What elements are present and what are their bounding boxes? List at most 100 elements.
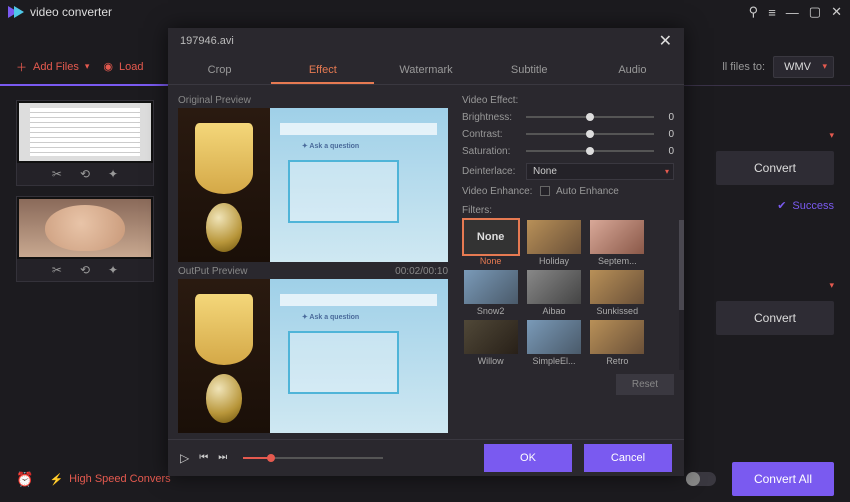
- file-thumbnail: [17, 101, 153, 163]
- prev-icon[interactable]: ⏮: [199, 452, 208, 463]
- merge-toggle[interactable]: [686, 472, 716, 486]
- convert-button[interactable]: Convert: [716, 151, 834, 185]
- modal-filename: 197946.avi: [180, 35, 234, 47]
- cancel-button[interactable]: Cancel: [584, 444, 672, 472]
- disc-icon: ◉: [103, 60, 113, 73]
- effect-icon[interactable]: ✦: [108, 263, 118, 277]
- brightness-label: Brightness:: [462, 112, 520, 123]
- chevron-down-icon: ▾: [85, 61, 90, 72]
- tab-effect[interactable]: Effect: [271, 55, 374, 84]
- plus-icon: ＋: [16, 59, 27, 75]
- output-format-value: WMV: [784, 61, 811, 73]
- file-tools: ✂ ⟲ ✦: [17, 163, 153, 185]
- auto-enhance-label: Auto Enhance: [556, 186, 619, 197]
- chevron-down-icon: ▾: [822, 61, 827, 72]
- deinterlace-value: None: [533, 166, 557, 177]
- editor-modal: 197946.avi ✕ Crop Effect Watermark Subti…: [168, 28, 684, 476]
- load-dvd-button[interactable]: ◉ Load: [103, 60, 143, 73]
- video-effect-title: Video Effect:: [462, 95, 674, 106]
- status-success: ✔ Success: [716, 195, 834, 212]
- menu-icon[interactable]: ≡: [768, 5, 776, 20]
- modal-tabs: Crop Effect Watermark Subtitle Audio: [168, 55, 684, 85]
- filters-title: Filters:: [462, 205, 674, 216]
- filter-september[interactable]: Septem...: [589, 220, 646, 266]
- tab-subtitle[interactable]: Subtitle: [478, 55, 581, 84]
- file-card[interactable]: ✂ ⟲ ✦: [16, 196, 154, 282]
- crop-icon[interactable]: ⟲: [80, 167, 90, 181]
- tab-audio[interactable]: Audio: [581, 55, 684, 84]
- cut-icon[interactable]: ✂: [52, 263, 62, 277]
- filter-willow[interactable]: Willow: [462, 320, 519, 366]
- brightness-value: 0: [660, 112, 674, 123]
- output-preview-label: OutPut Preview 00:02/00:10: [178, 262, 448, 279]
- filter-aibao[interactable]: Aibao: [525, 270, 582, 316]
- filter-snow2[interactable]: Snow2: [462, 270, 519, 316]
- high-speed-label: High Speed Convers: [69, 473, 171, 485]
- timeline[interactable]: [243, 457, 383, 459]
- filter-simpleelegance[interactable]: SimpleEl...: [525, 320, 582, 366]
- contrast-label: Contrast:: [462, 129, 520, 140]
- saturation-row: Saturation: 0: [462, 146, 674, 157]
- original-preview-label: Original Preview: [178, 91, 448, 108]
- saturation-slider[interactable]: [526, 150, 654, 152]
- tab-watermark[interactable]: Watermark: [374, 55, 477, 84]
- convert-block: ▾ Convert: [694, 280, 834, 335]
- close-window-icon[interactable]: ✕: [831, 4, 842, 20]
- contrast-slider[interactable]: [526, 133, 654, 135]
- add-files-button[interactable]: ＋ Add Files ▾: [16, 59, 89, 75]
- filters-wrap: None None Holiday Septem... Snow2 Aibao …: [462, 220, 674, 366]
- convert-block: ▾ Convert ✔ Success: [694, 130, 834, 212]
- filter-none[interactable]: None None: [462, 220, 519, 266]
- filters-grid: None None Holiday Septem... Snow2 Aibao …: [462, 220, 646, 366]
- deinterlace-select[interactable]: None ▾: [526, 163, 674, 180]
- brightness-slider[interactable]: [526, 116, 654, 118]
- tab-crop[interactable]: Crop: [168, 55, 271, 84]
- alarm-icon[interactable]: ⏰: [16, 471, 33, 488]
- success-label: Success: [792, 200, 834, 212]
- convert-all-button[interactable]: Convert All: [732, 462, 834, 496]
- app-name: video converter: [30, 5, 112, 19]
- crop-icon[interactable]: ⟲: [80, 263, 90, 277]
- saturation-value: 0: [660, 146, 674, 157]
- effect-icon[interactable]: ✦: [108, 167, 118, 181]
- app-logo: video converter: [8, 5, 112, 19]
- play-icon[interactable]: ▷: [180, 451, 189, 465]
- user-icon[interactable]: ⚲: [749, 4, 759, 20]
- modal-footer: ▷ ⏮ ⏭ OK Cancel: [168, 439, 684, 476]
- preview-column: Original Preview ✦ Ask a question OutPut…: [168, 85, 458, 439]
- item-format-select[interactable]: ▾: [829, 130, 834, 141]
- chevron-down-icon: ▾: [665, 167, 669, 176]
- minimize-icon[interactable]: ―: [786, 5, 799, 20]
- output-preview: ✦ Ask a question: [178, 279, 448, 433]
- enhance-label: Video Enhance:: [462, 186, 534, 197]
- titlebar: video converter ⚲ ≡ ― ▢ ✕: [0, 0, 850, 24]
- window-controls: ⚲ ≡ ― ▢ ✕: [749, 4, 842, 20]
- timecode: 00:02/00:10: [395, 266, 448, 277]
- output-format-select[interactable]: WMV ▾: [773, 56, 834, 78]
- deinterlace-label: Deinterlace:: [462, 166, 520, 177]
- logo-icon: [8, 6, 24, 18]
- modal-body: Original Preview ✦ Ask a question OutPut…: [168, 85, 684, 439]
- filter-holiday[interactable]: Holiday: [525, 220, 582, 266]
- filter-retro[interactable]: Retro: [589, 320, 646, 366]
- ok-button[interactable]: OK: [484, 444, 572, 472]
- filter-sunkissed[interactable]: Sunkissed: [589, 270, 646, 316]
- cut-icon[interactable]: ✂: [52, 167, 62, 181]
- file-thumbnail: [17, 197, 153, 259]
- convert-button[interactable]: Convert: [716, 301, 834, 335]
- auto-enhance-checkbox[interactable]: [540, 186, 550, 196]
- reset-button[interactable]: Reset: [616, 374, 674, 395]
- item-format-select[interactable]: ▾: [829, 280, 834, 291]
- next-icon[interactable]: ⏭: [218, 452, 227, 463]
- add-files-label: Add Files: [33, 61, 79, 73]
- load-dvd-label: Load: [119, 61, 143, 73]
- saturation-label: Saturation:: [462, 146, 520, 157]
- file-tools: ✂ ⟲ ✦: [17, 259, 153, 281]
- file-list: ✂ ⟲ ✦ ✂ ⟲ ✦: [16, 100, 154, 282]
- convert-all-to: ll files to: WMV ▾: [722, 56, 834, 78]
- filter-scrollbar[interactable]: [679, 220, 684, 370]
- file-card[interactable]: ✂ ⟲ ✦: [16, 100, 154, 186]
- convert-all-to-label: ll files to:: [722, 61, 765, 73]
- maximize-icon[interactable]: ▢: [809, 4, 821, 20]
- close-icon[interactable]: ✕: [659, 31, 672, 51]
